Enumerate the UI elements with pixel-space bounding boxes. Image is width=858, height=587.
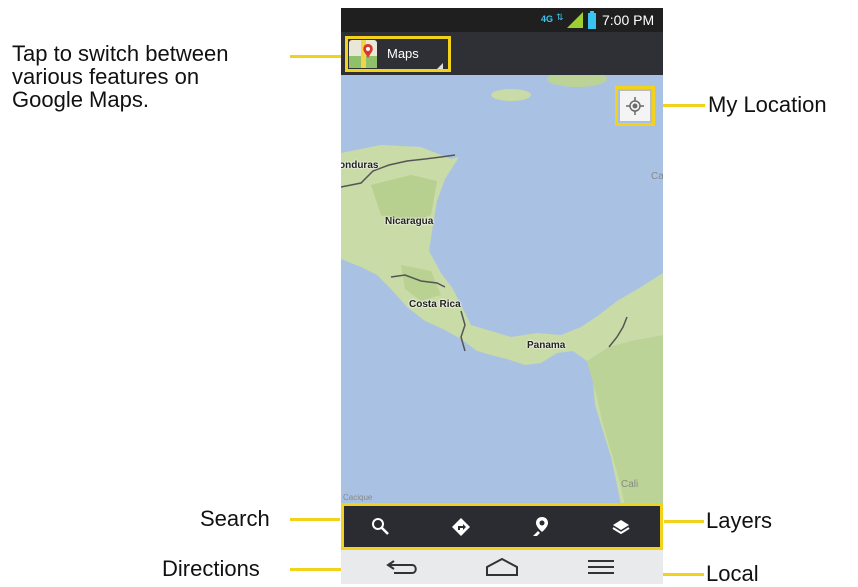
data-arrows-icon: ⇅	[556, 12, 564, 22]
callout-line-layers	[664, 520, 704, 523]
callout-tap-switch-line2: various features on	[12, 64, 200, 89]
battery-icon	[588, 11, 596, 29]
map-label-ca-edge: Ca	[651, 171, 663, 182]
signal-icon	[567, 12, 583, 28]
callout-local: Local	[706, 561, 759, 586]
map-label-nicaragua: Nicaragua	[385, 216, 434, 227]
bottom-bar-highlight	[341, 503, 663, 550]
phone-screen: 4G ⇅ 7:00 PM Maps onduras Nicaragua Cost…	[341, 8, 663, 584]
home-button[interactable]	[452, 549, 552, 584]
back-button[interactable]	[353, 549, 453, 584]
menu-icon	[588, 559, 614, 574]
app-switcher-highlight	[345, 36, 451, 72]
menu-button[interactable]	[551, 549, 651, 584]
map-graphic	[341, 75, 663, 505]
callout-line-tap-switch	[290, 55, 346, 58]
clock: 7:00 PM	[602, 12, 655, 28]
callout-directions: Directions	[162, 556, 260, 581]
status-bar: 4G ⇅ 7:00 PM	[341, 8, 663, 32]
map-label-costa-rica: Costa Rica	[409, 299, 461, 310]
callout-line-search	[290, 518, 340, 521]
map-label-cacique: Cacique	[343, 493, 373, 502]
map-label-cali: Cali	[621, 479, 639, 490]
callout-my-location: My Location	[708, 92, 827, 117]
map-view[interactable]: onduras Nicaragua Costa Rica Panama Cali…	[341, 75, 663, 505]
my-location-highlight	[615, 86, 655, 126]
callout-tap-switch-line1: Tap to switch between	[12, 41, 229, 66]
navigation-bar	[341, 549, 663, 584]
action-bar: Maps	[341, 32, 663, 75]
map-label-honduras: onduras	[341, 160, 379, 171]
map-label-panama: Panama	[527, 340, 566, 351]
home-icon	[486, 557, 518, 576]
callout-search: Search	[200, 506, 270, 531]
back-icon	[386, 559, 417, 574]
callout-tap-switch-line3: Google Maps.	[12, 87, 149, 112]
callout-layers: Layers	[706, 508, 773, 533]
network-type: 4G	[541, 14, 554, 24]
callout-tap-switch: Tap to switch between various features o…	[12, 42, 228, 111]
